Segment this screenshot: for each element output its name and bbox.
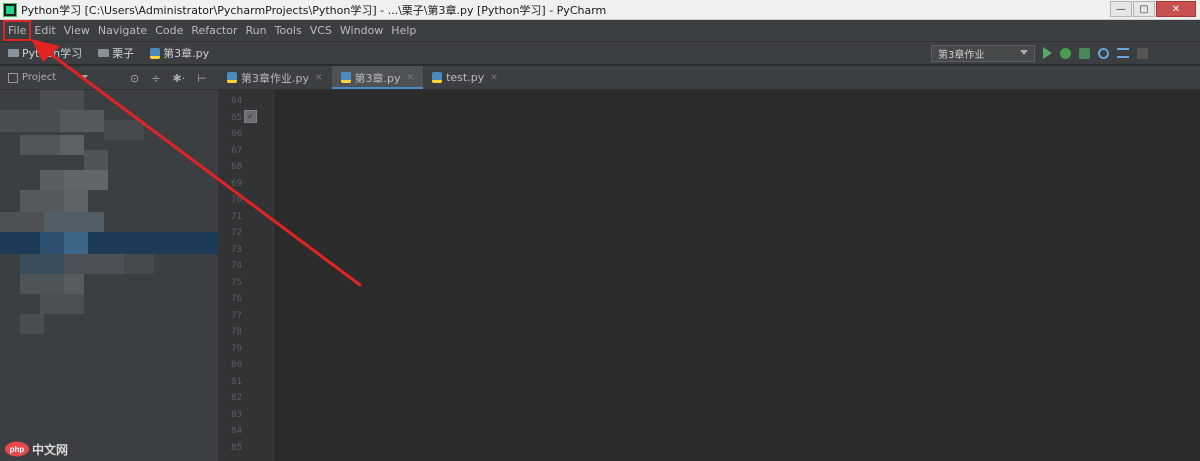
project-tree-pixelated[interactable] [0, 90, 218, 461]
chevron-down-icon[interactable] [80, 75, 89, 80]
chevron-down-icon [1020, 50, 1028, 55]
menu-bar: File Edit View Navigate Code Refactor Ru… [0, 20, 1200, 41]
run-configuration-label: 第3章作业 [938, 50, 985, 61]
line-number: 70 [231, 195, 242, 205]
collapse-all-icon[interactable]: ÷ [151, 72, 160, 85]
breadcrumb-project[interactable]: Python学习 [0, 45, 90, 61]
code-editor[interactable] [274, 90, 1200, 461]
navigation-bar: Python学习 栗子 第3章.py 第3章作业 [0, 41, 1200, 65]
menu-tools[interactable]: Tools [271, 21, 306, 40]
line-number: 84 [231, 426, 242, 436]
breadcrumb-label: 栗子 [112, 47, 135, 60]
php-logo-icon: php [5, 441, 29, 457]
menu-navigate[interactable]: Navigate [94, 21, 151, 40]
close-button[interactable]: ✕ [1156, 1, 1196, 17]
stop-icon[interactable] [1137, 47, 1148, 59]
line-number: 71 [231, 211, 242, 222]
watermark: php 中文网 [4, 440, 68, 458]
pycharm-app-icon [3, 2, 17, 17]
debug-icon[interactable] [1060, 47, 1071, 59]
breadcrumb-folder[interactable]: 栗子 [90, 45, 142, 61]
settings-gear-icon[interactable]: ✱· [172, 72, 185, 85]
editor-tab-bar: 第3章作业.py ✕ 第3章.py ✕ test.py ✕ [218, 66, 1200, 90]
menu-edit[interactable]: Edit [30, 21, 59, 40]
line-number: 66 [231, 129, 242, 139]
tab-label: 第3章作业.py [241, 71, 309, 85]
close-tab-icon[interactable]: ✕ [315, 73, 323, 83]
tab-chapter3[interactable]: 第3章.py ✕ [331, 66, 424, 89]
tab-label: test.py [446, 71, 485, 84]
minimize-button[interactable]: — [1110, 1, 1132, 17]
close-tab-icon[interactable]: ✕ [407, 73, 415, 83]
line-number: 64 [231, 96, 242, 106]
line-number: 72 [231, 228, 242, 238]
hide-panel-icon[interactable]: ⊢ [197, 72, 207, 85]
menu-code[interactable]: Code [151, 21, 187, 40]
line-number: 75 [231, 277, 242, 288]
python-file-icon [150, 47, 161, 59]
profile-icon[interactable] [1098, 47, 1109, 59]
line-number: 85 [231, 442, 242, 453]
line-number: 78 [231, 327, 242, 337]
line-number: 80 [231, 360, 242, 370]
menu-vcs[interactable]: VCS [306, 21, 336, 40]
window-title-bar: Python学习 [C:\Users\Administrator\Pycharm… [0, 0, 1200, 20]
line-number: 74 [231, 261, 242, 271]
menu-help[interactable]: Help [387, 21, 420, 40]
line-number: 65 [231, 112, 242, 123]
window-title: Python学习 [C:\Users\Administrator\Pycharm… [21, 3, 607, 17]
project-view-selector[interactable]: Project [0, 72, 56, 83]
folder-icon [8, 49, 19, 57]
line-number: 82 [231, 393, 242, 403]
breadcrumb-label: 第3章.py [163, 47, 210, 60]
project-panel-header: Project ⊙ ÷ ✱· ⊢ [0, 66, 218, 90]
editor-gutter: 64 65 66 67 68 69 70 71 72 73 74 75 76 77 78 79 80 81 82 83… [218, 90, 274, 461]
line-number: 73 [231, 244, 242, 255]
breadcrumb-file[interactable]: 第3章.py [142, 45, 217, 61]
folder-icon [98, 49, 110, 57]
svg-text:php: php [10, 445, 25, 454]
line-number: 81 [231, 376, 242, 387]
menu-file[interactable]: File [2, 20, 32, 41]
breadcrumb-label: Python学习 [22, 47, 83, 60]
run-toolbar [1043, 47, 1148, 59]
line-number: 67 [231, 145, 242, 156]
line-number: 68 [231, 162, 242, 172]
tab-label: 第3章.py [354, 71, 401, 85]
close-tab-icon[interactable]: ✕ [490, 73, 498, 83]
vcs-icon[interactable] [1117, 48, 1129, 58]
tab-test[interactable]: test.py ✕ [423, 66, 507, 89]
tab-chapter3-homework[interactable]: 第3章作业.py ✕ [218, 66, 332, 89]
project-icon [8, 72, 18, 83]
menu-refactor[interactable]: Refactor [187, 21, 241, 40]
scroll-from-source-icon[interactable]: ⊙ [130, 72, 139, 85]
project-panel-title: Project [22, 72, 57, 83]
coverage-icon[interactable] [1079, 47, 1090, 59]
run-icon[interactable] [1043, 47, 1052, 59]
line-number: 76 [231, 294, 242, 304]
line-number: 83 [231, 409, 242, 420]
run-configuration-select[interactable]: 第3章作业 [931, 45, 1035, 62]
line-number: 77 [231, 310, 242, 321]
menu-run[interactable]: Run [242, 21, 271, 40]
window-controls: — ▢ ✕ [1110, 1, 1196, 17]
line-number: 79 [231, 343, 242, 354]
menu-window[interactable]: Window [336, 21, 387, 40]
bookmark-icon[interactable]: ✓ [244, 110, 257, 123]
python-file-icon [227, 72, 237, 83]
menu-view[interactable]: View [60, 21, 94, 40]
project-panel-tools: ⊙ ÷ ✱· ⊢ [130, 72, 207, 85]
maximize-button[interactable]: ▢ [1133, 1, 1155, 17]
python-file-icon [432, 72, 443, 83]
python-file-icon [340, 72, 351, 83]
line-number: 69 [231, 178, 242, 189]
watermark-text: 中文网 [32, 442, 69, 457]
